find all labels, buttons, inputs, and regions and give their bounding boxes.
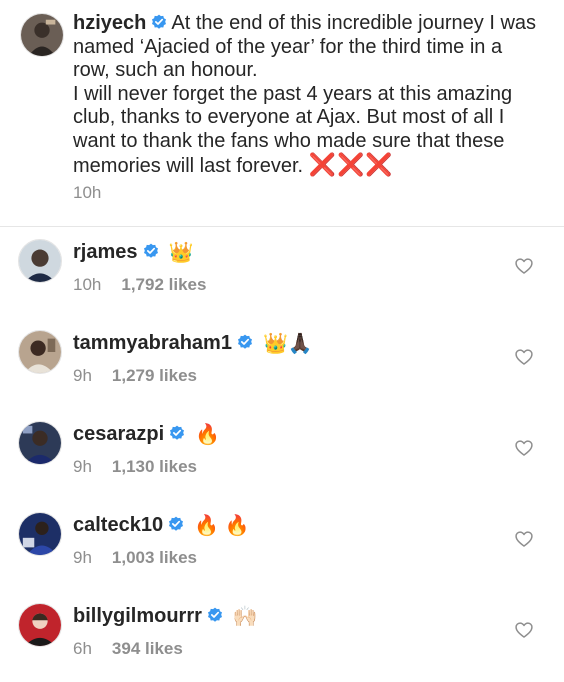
verified-badge-icon xyxy=(237,332,253,349)
comment-likes[interactable]: 1,003 likes xyxy=(112,548,197,567)
comment-username[interactable]: tammyabraham1 xyxy=(73,332,232,354)
comment-item: billygilmourrr 🙌🏻 6h 394 likes xyxy=(0,591,564,682)
heart-outline-icon[interactable] xyxy=(514,347,534,367)
comment-text: 🔥 xyxy=(195,424,221,446)
avatar-image xyxy=(19,604,61,646)
avatar-image xyxy=(19,513,61,555)
comment-meta: 9h 1,130 likes xyxy=(73,457,197,477)
comment-likes[interactable]: 1,792 likes xyxy=(121,275,206,294)
comment-item: rjames 👑 10h 1,792 likes xyxy=(0,227,564,318)
comment-item: calteck10 🔥 🔥 9h 1,003 likes xyxy=(0,500,564,591)
avatar-image xyxy=(19,240,61,282)
comment-likes[interactable]: 394 likes xyxy=(112,639,183,658)
avatar[interactable] xyxy=(18,330,62,374)
comment-username[interactable]: rjames xyxy=(73,241,138,263)
comment-item: cesarazpi 🔥 9h 1,130 likes xyxy=(0,409,564,500)
caption-paragraph-2: I will never forget the past 4 years at … xyxy=(73,83,543,179)
comment-item: tammyabraham1 👑🙏🏿 9h 1,279 likes xyxy=(0,318,564,409)
avatar-image xyxy=(21,14,63,56)
caption-text: hziyech At the end of this incredible jou… xyxy=(73,12,543,179)
comments-page: hziyech At the end of this incredible jou… xyxy=(0,0,564,680)
heart-outline-icon[interactable] xyxy=(514,256,534,276)
verified-badge-icon xyxy=(207,605,223,622)
avatar[interactable] xyxy=(18,239,62,283)
comment-username[interactable]: calteck10 xyxy=(73,514,163,536)
heart-outline-icon[interactable] xyxy=(514,529,534,549)
comment-likes[interactable]: 1,279 likes xyxy=(112,366,197,385)
caption-paragraph-1: hziyech At the end of this incredible jou… xyxy=(73,12,543,83)
avatar-image xyxy=(19,422,61,464)
comment-line: cesarazpi 🔥 xyxy=(73,422,220,447)
caption-paragraph-2-text: I will never forget the past 4 years at … xyxy=(73,82,513,178)
comment-line: rjames 👑 xyxy=(73,240,193,265)
comment-text: 👑 xyxy=(168,242,194,264)
avatar[interactable] xyxy=(18,603,62,647)
comment-meta: 6h 394 likes xyxy=(73,639,183,659)
caption-username[interactable]: hziyech xyxy=(73,12,146,34)
comment-line: tammyabraham1 👑🙏🏿 xyxy=(73,331,313,356)
x-marks-emoji: ❌❌❌ xyxy=(308,152,394,177)
comment-text: 🔥 🔥 xyxy=(194,515,250,537)
post-caption: hziyech At the end of this incredible jou… xyxy=(0,0,564,215)
heart-outline-icon[interactable] xyxy=(514,620,534,640)
comment-timestamp: 9h xyxy=(73,457,92,476)
avatar[interactable] xyxy=(18,512,62,556)
comment-username[interactable]: cesarazpi xyxy=(73,423,164,445)
comment-timestamp: 9h xyxy=(73,366,92,385)
avatar-image xyxy=(19,331,61,373)
comment-username[interactable]: billygilmourrr xyxy=(73,605,202,627)
comment-text: 🙌🏻 xyxy=(232,606,258,628)
comment-timestamp: 6h xyxy=(73,639,92,658)
comment-line: billygilmourrr 🙌🏻 xyxy=(73,604,258,629)
comment-timestamp: 9h xyxy=(73,548,92,567)
caption-timestamp: 10h xyxy=(73,183,102,202)
verified-badge-icon xyxy=(168,514,184,531)
comment-line: calteck10 🔥 🔥 xyxy=(73,513,249,538)
verified-badge-icon xyxy=(143,241,159,258)
comment-timestamp: 10h xyxy=(73,275,102,294)
comment-meta: 9h 1,003 likes xyxy=(73,548,197,568)
avatar[interactable] xyxy=(20,13,64,57)
avatar[interactable] xyxy=(18,421,62,465)
verified-badge-icon xyxy=(169,423,185,440)
heart-outline-icon[interactable] xyxy=(514,438,534,458)
comment-likes[interactable]: 1,130 likes xyxy=(112,457,197,476)
verified-badge-icon xyxy=(151,13,167,29)
comment-meta: 10h 1,792 likes xyxy=(73,275,206,295)
comment-text: 👑🙏🏿 xyxy=(262,333,313,355)
comment-meta: 9h 1,279 likes xyxy=(73,366,197,386)
